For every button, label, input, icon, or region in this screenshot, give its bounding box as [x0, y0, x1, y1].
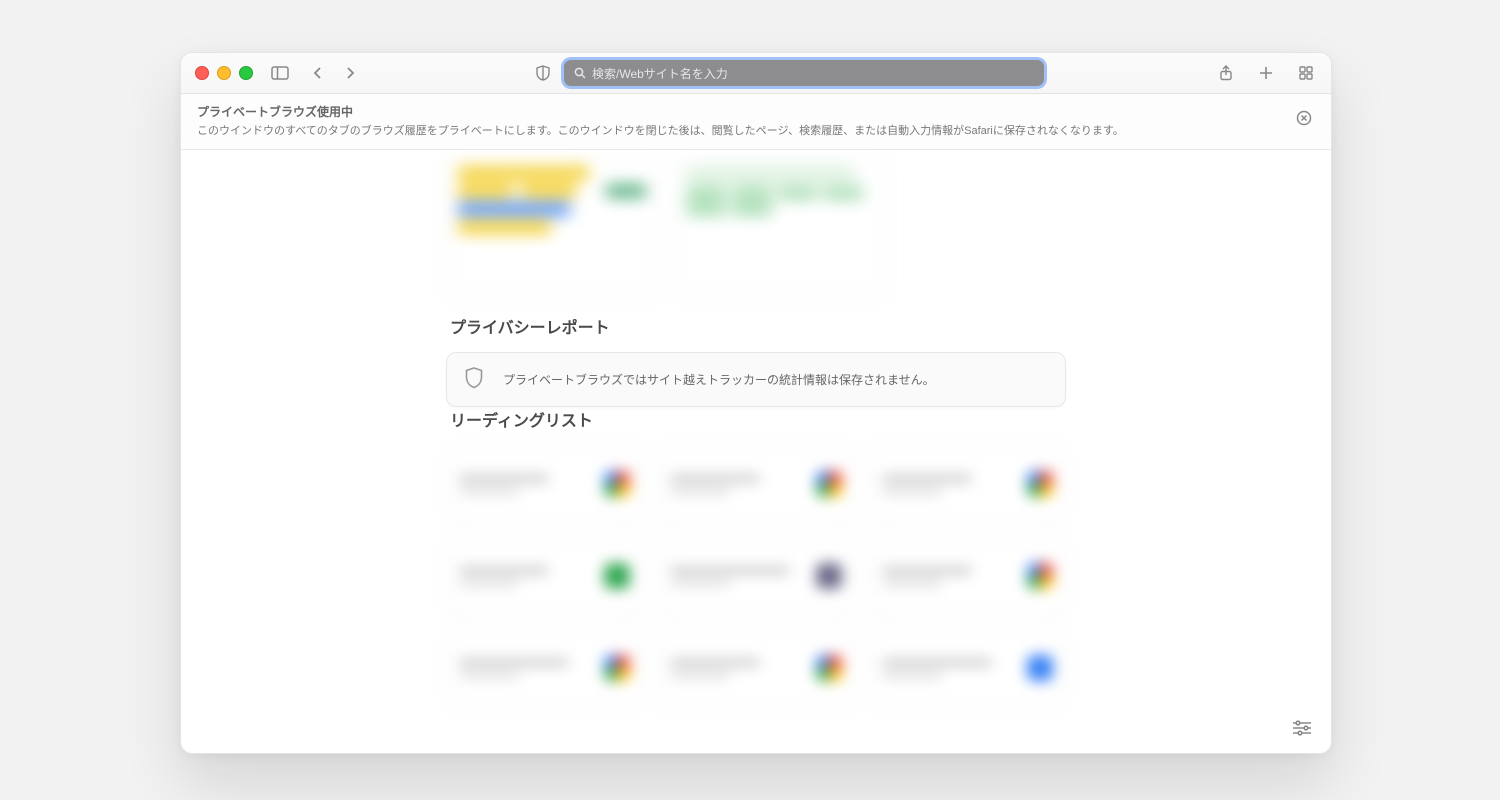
reading-list-item[interactable]	[657, 445, 854, 523]
private-banner-body: このウインドウのすべてのタブのブラウズ履歴をプライベートにします。このウインドウ…	[197, 122, 1124, 138]
share-icon[interactable]	[1215, 62, 1237, 84]
reading-list-item[interactable]	[869, 537, 1066, 615]
reading-list-item[interactable]	[446, 629, 643, 707]
privacy-shield-icon[interactable]	[532, 62, 554, 84]
window-controls	[195, 66, 253, 80]
reading-list-item[interactable]	[657, 629, 854, 707]
maximize-window-button[interactable]	[239, 66, 253, 80]
new-tab-button[interactable]	[1255, 62, 1277, 84]
privacy-report-title: プライバシーレポート	[450, 314, 1066, 338]
favorites-blurred	[446, 156, 1066, 296]
safari-window: 検索/Webサイト名を入力	[180, 52, 1332, 754]
back-button[interactable]	[307, 62, 329, 84]
private-banner-title: プライベートブラウズ使用中	[197, 103, 1124, 120]
sidebar-toggle-icon[interactable]	[269, 62, 291, 84]
reading-list-blurred	[446, 445, 1066, 707]
close-window-button[interactable]	[195, 66, 209, 80]
privacy-report-card[interactable]: プライベートブラウズではサイト越えトラッカーの統計情報は保存されません。	[446, 352, 1066, 407]
reading-list-item[interactable]	[869, 445, 1066, 523]
forward-button[interactable]	[339, 62, 361, 84]
start-page-settings-icon[interactable]	[1291, 717, 1313, 739]
address-bar-placeholder: 検索/Webサイト名を入力	[592, 65, 728, 82]
shield-icon	[465, 367, 483, 392]
privacy-report-message: プライベートブラウズではサイト越えトラッカーの統計情報は保存されません。	[503, 371, 935, 388]
address-bar[interactable]: 検索/Webサイト名を入力	[564, 60, 1044, 86]
tab-overview-icon[interactable]	[1295, 62, 1317, 84]
search-icon	[574, 67, 586, 79]
reading-list-item[interactable]	[869, 629, 1066, 707]
reading-list-item[interactable]	[657, 537, 854, 615]
minimize-window-button[interactable]	[217, 66, 231, 80]
private-browsing-banner: プライベートブラウズ使用中 このウインドウのすべてのタブのブラウズ履歴をプライベ…	[181, 94, 1331, 150]
banner-close-button[interactable]	[1293, 107, 1315, 129]
reading-list-title: リーディングリスト	[450, 407, 1066, 431]
reading-list-item[interactable]	[446, 445, 643, 523]
toolbar: 検索/Webサイト名を入力	[181, 53, 1331, 94]
start-page-content: プライバシーレポート プライベートブラウズではサイト越えトラッカーの統計情報は保…	[181, 150, 1331, 753]
reading-list-item[interactable]	[446, 537, 643, 615]
